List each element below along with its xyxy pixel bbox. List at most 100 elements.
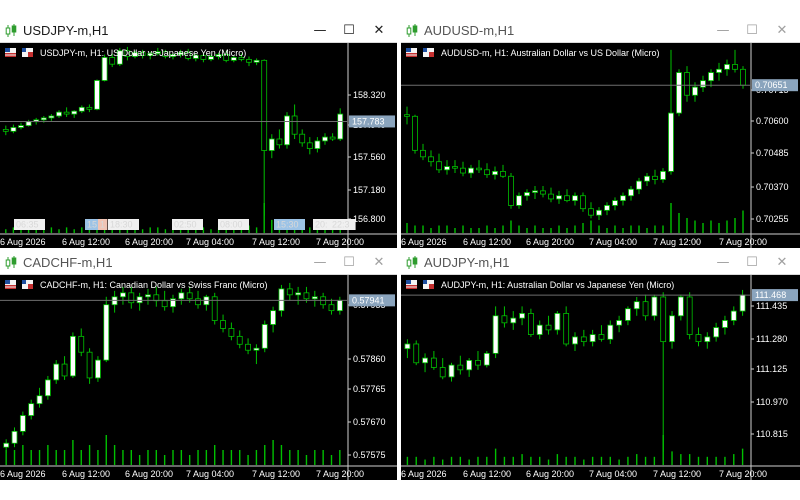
minimize-button[interactable]: — bbox=[309, 22, 331, 40]
candle-body bbox=[299, 133, 306, 144]
candle-body bbox=[276, 138, 283, 146]
flag-canton bbox=[406, 280, 411, 284]
chart-area[interactable]: 111.435 111.280 111.125 110.970 110.815 111.4… bbox=[401, 275, 800, 480]
time-axis-label: 6 Aug 20:00 bbox=[526, 237, 574, 247]
maximize-button[interactable]: ☐ bbox=[741, 22, 763, 40]
candle-body bbox=[628, 188, 634, 197]
close-button[interactable]: ✕ bbox=[771, 22, 793, 40]
candle-body bbox=[246, 58, 252, 63]
candle-body bbox=[291, 115, 298, 135]
flag-block bbox=[429, 284, 434, 289]
time-axis-label: 6 Aug 2026 bbox=[0, 469, 46, 479]
time-axis-label: 6 Aug 12:00 bbox=[62, 237, 110, 247]
candle-body bbox=[620, 195, 626, 201]
price-axis-label: 111.125 bbox=[756, 364, 787, 374]
time-axis-label: 7 Aug 12:00 bbox=[653, 469, 701, 479]
maximize-button[interactable]: ☐ bbox=[338, 22, 360, 40]
candle-body bbox=[616, 320, 623, 326]
candle-body bbox=[439, 367, 446, 378]
minimize-button[interactable]: — bbox=[712, 22, 734, 40]
close-button[interactable]: ✕ bbox=[771, 254, 793, 272]
window-titlebar[interactable]: AUDUSD-m,H1 — ☐ ✕ bbox=[401, 20, 800, 43]
flag-canton bbox=[5, 280, 10, 284]
candle-body bbox=[413, 343, 420, 364]
time-axis-label: 7 Aug 20:00 bbox=[719, 237, 767, 247]
price-axis-label: 110.815 bbox=[756, 429, 788, 439]
flag-canton bbox=[22, 280, 26, 284]
time-axis-label: 7 Aug 20:00 bbox=[719, 469, 767, 479]
time-axis-label: 7 Aug 04:00 bbox=[589, 469, 637, 479]
candle-body bbox=[48, 115, 55, 119]
time-axis-label: 6 Aug 12:00 bbox=[463, 237, 511, 247]
candle-body bbox=[186, 292, 193, 300]
chart-window-audusd[interactable]: AUDUSD-m,H1 — ☐ ✕ 0.707150.706000.704850… bbox=[401, 20, 800, 248]
flag-stripe bbox=[5, 53, 16, 55]
close-button[interactable]: ✕ bbox=[368, 22, 390, 40]
candle-body bbox=[468, 167, 474, 174]
candle-body bbox=[329, 136, 336, 140]
price-axis-label: 0.57765 bbox=[353, 384, 386, 394]
candle-body bbox=[70, 335, 76, 377]
time-marker-label: 15:30 bbox=[276, 220, 299, 230]
price-axis-label: 0.70255 bbox=[756, 214, 789, 224]
candle-body bbox=[404, 343, 411, 350]
candle-body bbox=[532, 190, 538, 193]
candle-body bbox=[337, 113, 344, 140]
candle-body bbox=[492, 171, 498, 176]
close-button[interactable]: ✕ bbox=[368, 254, 390, 272]
candle-body bbox=[245, 343, 251, 351]
candle-body bbox=[540, 190, 546, 195]
current-price-label: 157.783 bbox=[352, 116, 385, 126]
candlestick-icon bbox=[5, 24, 17, 37]
time-axis-label: 6 Aug 20:00 bbox=[125, 237, 173, 247]
chart-area[interactable]: 0.579550.578600.577650.576700.575750.579… bbox=[0, 275, 397, 480]
chart-window-audjpy[interactable]: AUDJPY-m,H1 — ☐ ✕ 111.435 111.280 111.125 1… bbox=[401, 252, 800, 480]
flag-stripe bbox=[5, 55, 16, 57]
chart-window-usdjpy[interactable]: USDJPY-m,H1 — ☐ ✕ 158.320157.940157.5601… bbox=[0, 20, 397, 248]
current-price-label: 0.70651 bbox=[755, 80, 788, 90]
chart-area[interactable]: 0.707150.706000.704850.703700.702550.706… bbox=[401, 43, 800, 248]
chart-info-text: AUDJPY-m, H1: Australian Dollar vs Japan… bbox=[441, 280, 674, 290]
candle-body bbox=[545, 324, 552, 331]
time-axis-label: 7 Aug 20:00 bbox=[316, 469, 364, 479]
candle-body bbox=[120, 292, 126, 298]
candle-body bbox=[739, 294, 746, 312]
time-axis-label: 7 Aug 04:00 bbox=[186, 469, 234, 479]
candle-body bbox=[460, 167, 466, 174]
candle-body bbox=[420, 149, 426, 158]
candle-body bbox=[103, 304, 110, 361]
candle-body bbox=[642, 301, 649, 317]
chart-area[interactable]: 158.320157.940157.560157.180156.800157.7… bbox=[0, 43, 397, 248]
candle-body bbox=[652, 175, 658, 180]
candle-body bbox=[18, 125, 24, 128]
chart-info-header: AUDUSD-m, H1: Australian Dollar vs US Do… bbox=[406, 48, 660, 58]
candle-body bbox=[580, 195, 586, 210]
time-axis-label: 7 Aug 04:00 bbox=[589, 237, 637, 247]
candle-body bbox=[510, 317, 517, 324]
candle-body bbox=[508, 175, 514, 206]
candle-body bbox=[195, 298, 201, 306]
time-axis-label: 7 Aug 20:00 bbox=[316, 237, 364, 247]
candle-body bbox=[145, 294, 151, 298]
maximize-button[interactable]: ☐ bbox=[741, 254, 763, 272]
candle-body bbox=[636, 180, 642, 190]
window-titlebar[interactable]: AUDJPY-m,H1 — ☐ ✕ bbox=[401, 252, 800, 275]
time-axis-label: 6 Aug 12:00 bbox=[463, 469, 511, 479]
candle-body bbox=[452, 166, 458, 169]
time-axis-label: 6 Aug 20:00 bbox=[125, 469, 173, 479]
window-titlebar[interactable]: CADCHF-m,H1 — ☐ ✕ bbox=[0, 252, 397, 275]
candle-body bbox=[708, 72, 714, 82]
candle-body bbox=[311, 296, 318, 300]
minimize-button[interactable]: — bbox=[309, 254, 331, 272]
minimize-button[interactable]: — bbox=[712, 254, 734, 272]
price-axis-label: 157.180 bbox=[353, 185, 386, 195]
candle-body bbox=[713, 327, 720, 338]
candle-body bbox=[556, 195, 562, 200]
maximize-button[interactable]: ☐ bbox=[338, 254, 360, 272]
window-titlebar[interactable]: USDJPY-m,H1 — ☐ ✕ bbox=[0, 20, 397, 43]
candle-body bbox=[660, 296, 667, 343]
candle-body bbox=[86, 351, 93, 379]
chart-window-cadchf[interactable]: CADCHF-m,H1 — ☐ ✕ 0.579550.578600.577650… bbox=[0, 252, 397, 480]
candle-body bbox=[554, 313, 561, 331]
current-price-label: 0.57941 bbox=[352, 295, 385, 305]
